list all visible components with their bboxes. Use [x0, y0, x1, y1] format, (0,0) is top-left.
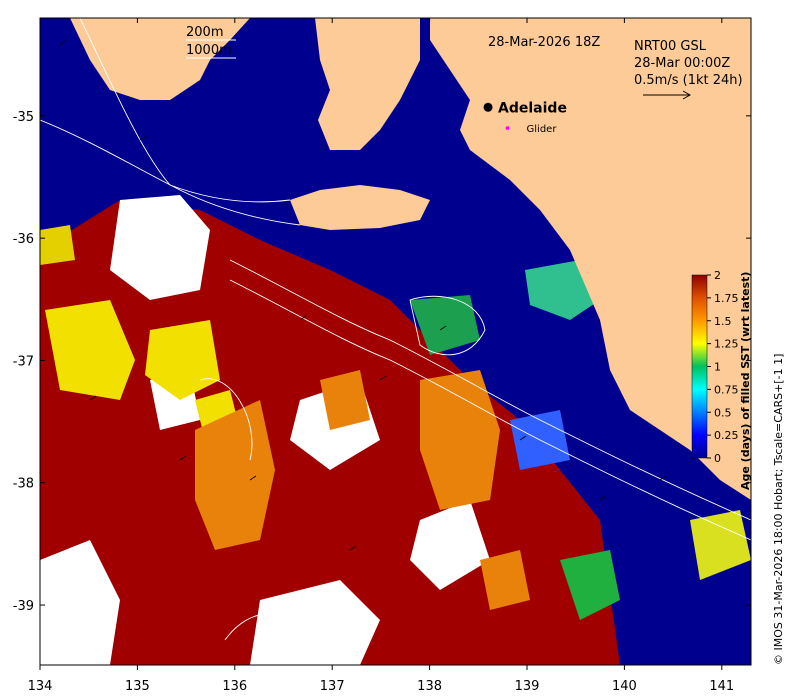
x-tick-label: 139 [515, 679, 540, 694]
current-time-label: 28-Mar 00:00Z [634, 56, 730, 71]
x-tick-label: 141 [709, 679, 734, 694]
y-tick-label: -39 [13, 599, 34, 614]
map-plot-area [40, 18, 751, 665]
colorbar-tick-label: 0.25 [714, 429, 739, 442]
y-tick-label: -37 [13, 354, 34, 369]
x-tick-label: 135 [125, 679, 150, 694]
colorbar-gradient [691, 274, 708, 459]
credit-line: © IMOS 31-Mar-2026 18:00 Hobart; Tscale=… [772, 354, 785, 665]
x-tick-label: 138 [417, 679, 442, 694]
sst-age-map-figure: 200m 1000m 28-Mar-2026 18Z NRT00 GSL 28-… [13, 17, 785, 694]
colorbar-label: Age (days) of filled SST (wrt latest) [739, 272, 752, 490]
contour-200m-label: 200m [186, 25, 223, 40]
y-tick-label: -35 [13, 110, 34, 125]
x-tick-label: 134 [28, 679, 53, 694]
current-product-label: NRT00 GSL [634, 39, 707, 54]
glider-marker [505, 126, 510, 130]
colorbar-tick-label: 0.75 [714, 383, 739, 396]
colorbar-tick-label: 0 [714, 452, 721, 465]
x-tick-label: 140 [612, 679, 637, 694]
colorbar-tick-label: 0.5 [714, 406, 732, 419]
timestamp-label: 28-Mar-2026 18Z [488, 35, 600, 50]
colorbar-tick-label: 1 [714, 361, 721, 374]
colorbar-tick-label: 1.5 [714, 315, 732, 328]
colorbar-tick-label: 1.25 [714, 338, 739, 351]
y-tick-label: -36 [13, 232, 34, 247]
x-tick-label: 136 [222, 679, 247, 694]
contour-1000m-label: 1000m [186, 43, 232, 58]
glider-label: Glider [527, 124, 558, 135]
x-tick-label: 137 [320, 679, 345, 694]
current-scale-label: 0.5m/s (1kt 24h) [634, 73, 743, 88]
colorbar-tick-label: 2 [714, 269, 721, 282]
y-tick-label: -38 [13, 477, 34, 492]
city-marker [483, 102, 493, 112]
city-label: Adelaide [498, 100, 567, 116]
colorbar-tick-label: 1.75 [714, 292, 739, 305]
